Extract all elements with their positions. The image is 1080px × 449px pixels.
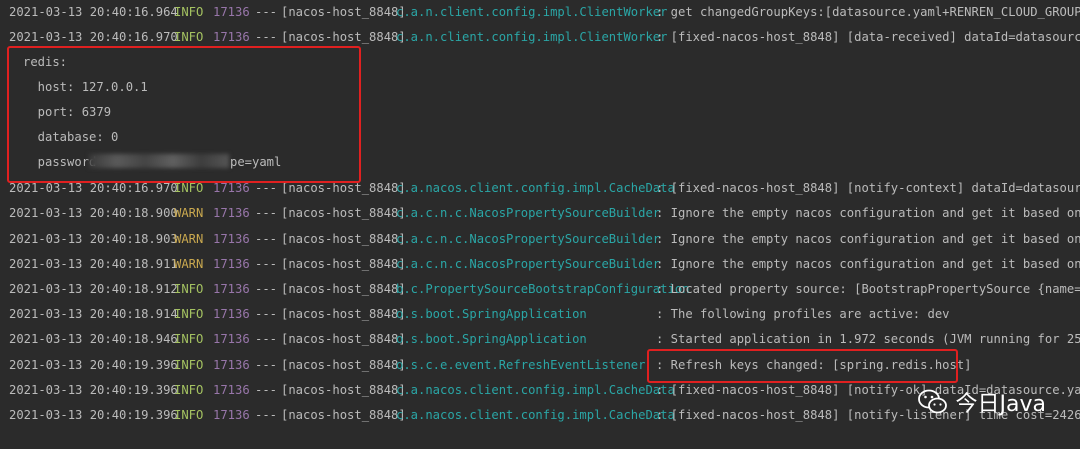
log-separator: --- — [255, 30, 278, 44]
log-timestamp: 2021-03-13 20:40:19.396 — [9, 408, 178, 422]
highlight-box-refresh-keys — [647, 349, 958, 383]
log-separator: --- — [255, 332, 278, 346]
log-timestamp: 2021-03-13 20:40:18.914 — [9, 307, 178, 321]
log-line: 2021-03-13 20:40:18.914 INFO 17136 --- [… — [9, 304, 1080, 324]
log-thread: [nacos-host_8848] — [281, 282, 406, 296]
log-thread: [nacos-host_8848] — [281, 257, 406, 271]
log-timestamp: 2021-03-13 20:40:18.903 — [9, 232, 178, 246]
log-logger[interactable]: b.c.PropertySourceBootstrapConfiguration — [396, 279, 690, 299]
log-thread: [nacos-host_8848] — [281, 307, 406, 321]
log-message: : Ignore the empty nacos configuration a… — [656, 206, 1080, 220]
log-level: INFO — [174, 307, 204, 321]
log-pid: 17136 — [213, 383, 250, 397]
log-line: 2021-03-13 20:40:16.964 INFO 17136 --- [… — [9, 2, 1080, 22]
log-timestamp: 2021-03-13 20:40:19.396 — [9, 383, 178, 397]
log-line: 2021-03-13 20:40:18.912 INFO 17136 --- [… — [9, 279, 1080, 299]
log-separator: --- — [255, 206, 278, 220]
log-logger[interactable]: c.a.nacos.client.config.impl.CacheData — [396, 178, 675, 198]
log-line: 2021-03-13 20:40:18.946 INFO 17136 --- [… — [9, 329, 1080, 349]
log-level: INFO — [174, 358, 204, 372]
log-thread: [nacos-host_8848] — [281, 408, 406, 422]
log-timestamp: 2021-03-13 20:40:19.396 — [9, 358, 178, 372]
log-separator: --- — [255, 5, 278, 19]
log-line: 2021-03-13 20:40:18.900 WARN 17136 --- [… — [9, 203, 1080, 223]
log-separator: --- — [255, 257, 278, 271]
log-logger[interactable]: c.a.c.n.c.NacosPropertySourceBuilder — [396, 229, 660, 249]
log-thread: [nacos-host_8848] — [281, 5, 406, 19]
log-level: INFO — [174, 30, 204, 44]
log-timestamp: 2021-03-13 20:40:16.970 — [9, 30, 178, 44]
log-timestamp: 2021-03-13 20:40:16.964 — [9, 5, 178, 19]
log-logger[interactable]: o.s.c.e.event.RefreshEventListener — [396, 355, 645, 375]
log-logger[interactable]: o.s.boot.SpringApplication — [396, 329, 587, 349]
log-level: INFO — [174, 5, 204, 19]
log-logger[interactable]: c.a.nacos.client.config.impl.CacheData — [396, 405, 675, 425]
log-thread: [nacos-host_8848] — [281, 206, 406, 220]
log-logger[interactable]: c.a.nacos.client.config.impl.CacheData — [396, 380, 675, 400]
log-timestamp: 2021-03-13 20:40:18.900 — [9, 206, 178, 220]
log-pid: 17136 — [213, 307, 250, 321]
log-level: WARN — [174, 206, 204, 220]
log-level: INFO — [174, 282, 204, 296]
console-output[interactable]: 2021-03-13 20:40:16.964 INFO 17136 --- [… — [0, 0, 1080, 449]
log-logger[interactable]: c.a.c.n.c.NacosPropertySourceBuilder — [396, 254, 660, 274]
log-message: : get changedGroupKeys:[datasource.yaml+… — [656, 5, 1080, 19]
log-level: WARN — [174, 232, 204, 246]
log-level: INFO — [174, 383, 204, 397]
log-logger[interactable]: c.a.c.n.c.NacosPropertySourceBuilder — [396, 203, 660, 223]
wechat-icon — [917, 389, 947, 414]
log-level: INFO — [174, 332, 204, 346]
log-pid: 17136 — [213, 358, 250, 372]
log-line: 2021-03-13 20:40:18.903 WARN 17136 --- [… — [9, 229, 1080, 249]
log-thread: [nacos-host_8848] — [281, 358, 406, 372]
log-thread: [nacos-host_8848] — [281, 232, 406, 246]
log-timestamp: 2021-03-13 20:40:18.946 — [9, 332, 178, 346]
log-message: : [fixed-nacos-host_8848] [data-received… — [656, 30, 1080, 44]
log-message: : Ignore the empty nacos configuration a… — [656, 232, 1080, 246]
log-separator: --- — [255, 307, 278, 321]
log-pid: 17136 — [213, 257, 250, 271]
log-message: : Located property source: [BootstrapPro… — [656, 282, 1080, 296]
log-pid: 17136 — [213, 232, 250, 246]
log-pid: 17136 — [213, 332, 250, 346]
log-message: : Started application in 1.972 seconds (… — [656, 332, 1080, 346]
log-pid: 17136 — [213, 282, 250, 296]
log-separator: --- — [255, 282, 278, 296]
log-timestamp: 2021-03-13 20:40:18.912 — [9, 282, 178, 296]
log-logger[interactable]: c.a.n.client.config.impl.ClientWorker — [396, 27, 668, 47]
log-pid: 17136 — [213, 30, 250, 44]
log-level: INFO — [174, 408, 204, 422]
watermark: 今日Java — [917, 386, 1046, 418]
log-message: : Ignore the empty nacos configuration a… — [656, 257, 1080, 271]
log-logger[interactable]: c.a.n.client.config.impl.ClientWorker — [396, 2, 668, 22]
log-separator: --- — [255, 232, 278, 246]
log-level: WARN — [174, 257, 204, 271]
log-message: : The following profiles are active: dev — [656, 307, 950, 321]
log-separator: --- — [255, 383, 278, 397]
log-line: 2021-03-13 20:40:18.911 WARN 17136 --- [… — [9, 254, 1080, 274]
log-pid: 17136 — [213, 5, 250, 19]
log-separator: --- — [255, 358, 278, 372]
log-thread: [nacos-host_8848] — [281, 383, 406, 397]
log-timestamp: 2021-03-13 20:40:18.911 — [9, 257, 178, 271]
watermark-text: 今日Java — [955, 392, 1046, 417]
log-logger[interactable]: o.s.boot.SpringApplication — [396, 304, 587, 324]
log-thread: [nacos-host_8848] — [281, 30, 406, 44]
log-pid: 17136 — [213, 206, 250, 220]
log-message: : [fixed-nacos-host_8848] [notify-contex… — [656, 181, 1080, 195]
log-thread: [nacos-host_8848] — [281, 332, 406, 346]
log-separator: --- — [255, 408, 278, 422]
highlight-box-yaml — [7, 46, 361, 183]
log-line: 2021-03-13 20:40:16.970 INFO 17136 --- [… — [9, 27, 1080, 47]
log-pid: 17136 — [213, 408, 250, 422]
